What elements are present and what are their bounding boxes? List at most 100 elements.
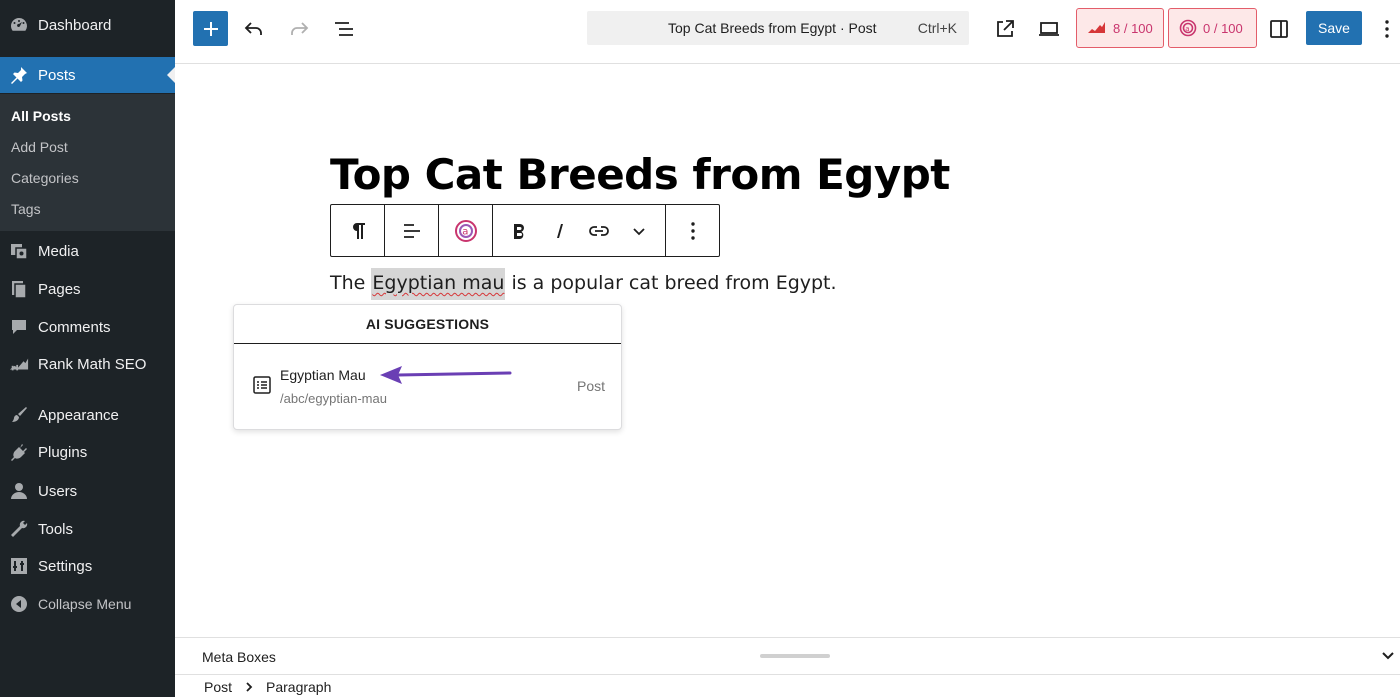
annotation-arrow-icon xyxy=(380,366,512,384)
block-breadcrumb: Post Paragraph xyxy=(175,676,1400,697)
block-toolbar: a xyxy=(330,204,720,257)
pin-icon xyxy=(9,65,29,85)
post-title[interactable]: Top Cat Breeds from Egypt xyxy=(330,150,950,199)
collapse-label: Collapse Menu xyxy=(38,596,132,612)
submenu-add-post[interactable]: Add Post xyxy=(11,139,68,155)
menu-item-users[interactable]: Users xyxy=(0,473,175,509)
paragraph-icon xyxy=(352,222,365,239)
submenu-categories[interactable]: Categories xyxy=(11,170,79,186)
options-menu-button[interactable] xyxy=(1377,16,1397,42)
settings-icon xyxy=(9,556,29,576)
menu-label: Tools xyxy=(38,520,74,538)
breadcrumb-item-paragraph[interactable]: Paragraph xyxy=(266,679,331,695)
paragraph-text: is a popular cat breed from Egypt. xyxy=(505,272,837,294)
block-options-button[interactable] xyxy=(666,205,719,256)
settings-sidebar-toggle[interactable] xyxy=(1266,16,1292,42)
link-icon xyxy=(589,225,609,236)
menu-label: Users xyxy=(38,482,78,500)
redo-button[interactable] xyxy=(286,16,312,42)
menu-item-posts[interactable]: Posts xyxy=(0,57,175,93)
content-ai-score-button[interactable]: a 0 / 100 xyxy=(1168,8,1257,48)
redo-icon xyxy=(291,22,309,35)
list-view-icon xyxy=(335,22,353,36)
menu-item-media[interactable]: Media xyxy=(0,233,175,269)
paragraph-block[interactable]: The Egyptian mau is a popular cat breed … xyxy=(330,268,837,300)
seo-score-value: 8 / 100 xyxy=(1113,20,1153,36)
brush-icon xyxy=(9,405,29,425)
block-type-button[interactable] xyxy=(331,205,384,256)
content-ai-icon: a xyxy=(454,219,477,242)
chart-icon xyxy=(9,354,29,374)
toolbar-divider xyxy=(492,205,493,256)
more-vertical-icon xyxy=(1385,20,1389,38)
content-ai-button[interactable]: a xyxy=(439,205,492,256)
link-button[interactable] xyxy=(581,205,617,256)
suggestion-title: Egyptian Mau xyxy=(280,367,366,383)
menu-item-rank-math[interactable]: Rank Math SEO xyxy=(0,346,175,382)
meta-boxes-panel: Meta Boxes xyxy=(175,637,1400,675)
collapse-icon xyxy=(9,594,29,614)
save-button[interactable]: Save xyxy=(1306,11,1362,45)
menu-label: Comments xyxy=(38,318,111,336)
command-palette-bar[interactable]: Top Cat Breeds from Egypt · Post Ctrl+K xyxy=(587,11,969,45)
chevron-right-icon xyxy=(244,680,254,696)
preview-button[interactable] xyxy=(1036,16,1062,42)
menu-item-plugins[interactable]: Plugins xyxy=(0,434,175,470)
admin-sidebar: Dashboard Posts All Posts Add Post Categ… xyxy=(0,0,175,697)
align-left-icon xyxy=(403,223,420,238)
menu-item-comments[interactable]: Comments xyxy=(0,309,175,345)
collapse-menu-button[interactable]: Collapse Menu xyxy=(0,586,175,622)
menu-label: Media xyxy=(38,242,79,260)
menu-item-settings[interactable]: Settings xyxy=(0,548,175,584)
menu-label: Settings xyxy=(38,557,93,575)
breadcrumb-item-post[interactable]: Post xyxy=(204,679,232,695)
rank-math-icon xyxy=(1088,22,1105,33)
sidebar-icon xyxy=(1270,20,1288,38)
submenu-all-posts[interactable]: All Posts xyxy=(11,108,71,124)
external-link-icon xyxy=(997,20,1014,37)
media-icon xyxy=(9,241,29,261)
wrench-icon xyxy=(9,519,29,539)
desktop-icon xyxy=(1039,22,1059,36)
meta-boxes-toggle[interactable] xyxy=(1380,647,1396,668)
italic-button[interactable] xyxy=(542,205,578,256)
chevron-down-icon xyxy=(633,227,645,235)
undo-button[interactable] xyxy=(241,16,267,42)
suggestion-url: /abc/egyptian-mau xyxy=(280,391,387,406)
submenu-tags[interactable]: Tags xyxy=(11,201,41,217)
bold-button[interactable] xyxy=(501,205,537,256)
plugin-icon xyxy=(9,442,29,462)
italic-icon xyxy=(557,223,563,238)
suggestion-type: Post xyxy=(576,378,605,394)
menu-label: Appearance xyxy=(38,406,119,424)
chevron-down-icon xyxy=(1382,652,1394,660)
menu-item-tools[interactable]: Tools xyxy=(0,511,175,547)
add-block-button[interactable] xyxy=(193,11,228,46)
resize-handle[interactable] xyxy=(760,654,830,658)
svg-text:a: a xyxy=(462,226,468,237)
svg-text:a: a xyxy=(1185,25,1189,33)
content-ai-icon: a xyxy=(1179,19,1197,37)
suggestion-item[interactable]: Egyptian Mau /abc/egyptian-mau Post xyxy=(234,345,621,429)
undo-icon xyxy=(244,22,262,35)
content-ai-score-value: 0 / 100 xyxy=(1203,20,1243,36)
menu-label: Pages xyxy=(38,280,81,298)
selected-text[interactable]: Egyptian mau xyxy=(371,268,506,300)
paragraph-text: The xyxy=(330,272,372,294)
meta-boxes-label: Meta Boxes xyxy=(202,649,276,665)
menu-item-pages[interactable]: Pages xyxy=(0,271,175,307)
menu-item-dashboard[interactable]: Dashboard xyxy=(0,7,175,43)
document-overview-button[interactable] xyxy=(331,16,357,42)
menu-label: Posts xyxy=(38,66,76,84)
menu-label: Rank Math SEO xyxy=(38,355,147,373)
more-formatting-button[interactable] xyxy=(621,205,657,256)
menu-item-appearance[interactable]: Appearance xyxy=(0,397,175,433)
comment-icon xyxy=(9,317,29,337)
bold-icon xyxy=(514,223,524,239)
post-list-icon xyxy=(252,375,272,400)
more-vertical-icon xyxy=(690,221,695,240)
view-post-button[interactable] xyxy=(992,16,1018,42)
align-button[interactable] xyxy=(385,205,438,256)
menu-label: Dashboard xyxy=(38,16,112,34)
seo-score-button[interactable]: 8 / 100 xyxy=(1076,8,1164,48)
